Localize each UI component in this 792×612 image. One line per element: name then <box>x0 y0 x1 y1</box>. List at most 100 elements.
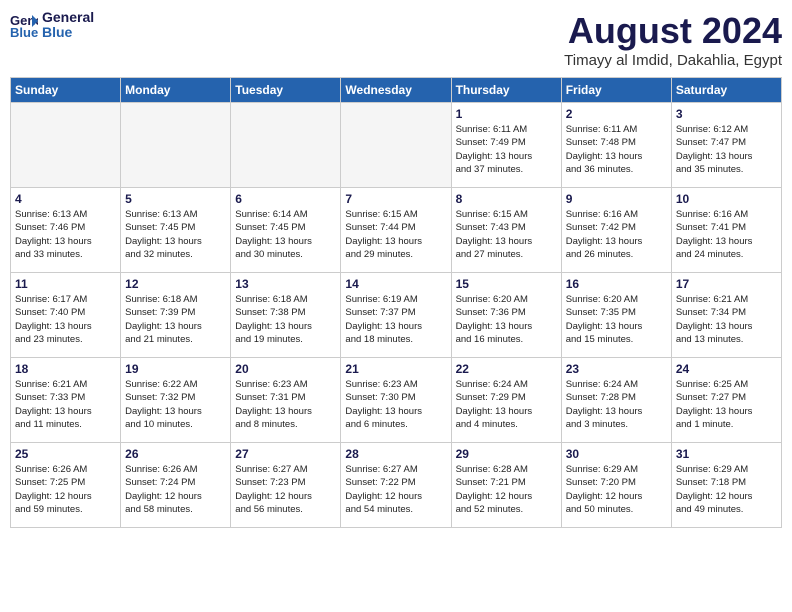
calendar-cell: 30Sunrise: 6:29 AM Sunset: 7:20 PM Dayli… <box>561 443 671 528</box>
calendar-week-row: 1 Sunrise: 6:11 AM Sunset: 7:49 PM Daylig… <box>11 103 782 188</box>
calendar-cell: 26Sunrise: 6:26 AM Sunset: 7:24 PM Dayli… <box>121 443 231 528</box>
day-info: Sunrise: 6:20 AM Sunset: 7:36 PM Dayligh… <box>456 293 557 346</box>
day-info: Sunrise: 6:13 AM Sunset: 7:45 PM Dayligh… <box>125 208 226 261</box>
logo-line2: Blue <box>42 25 94 40</box>
day-info: Sunrise: 6:11 AM Sunset: 7:49 PM Dayligh… <box>456 123 557 176</box>
calendar-cell: 14 Sunrise: 6:19 AM Sunset: 7:37 PM Dayli… <box>341 273 451 358</box>
day-info: Sunrise: 6:18 AM Sunset: 7:39 PM Dayligh… <box>125 293 226 346</box>
day-number: 20 <box>235 362 336 376</box>
weekday-header: Wednesday <box>341 78 451 103</box>
day-info: Sunrise: 6:25 AM Sunset: 7:27 PM Dayligh… <box>676 378 777 431</box>
weekday-header: Sunday <box>11 78 121 103</box>
calendar-cell: 24 Sunrise: 6:25 AM Sunset: 7:27 PM Dayli… <box>671 358 781 443</box>
day-number: 28 <box>345 447 446 461</box>
day-info: Sunrise: 6:21 AM Sunset: 7:34 PM Dayligh… <box>676 293 777 346</box>
calendar-cell: 8 Sunrise: 6:15 AM Sunset: 7:43 PM Daylig… <box>451 188 561 273</box>
day-info: Sunrise: 6:23 AM Sunset: 7:30 PM Dayligh… <box>345 378 446 431</box>
calendar-cell: 19 Sunrise: 6:22 AM Sunset: 7:32 PM Dayli… <box>121 358 231 443</box>
day-info: Sunrise: 6:15 AM Sunset: 7:43 PM Dayligh… <box>456 208 557 261</box>
day-info: Sunrise: 6:22 AM Sunset: 7:32 PM Dayligh… <box>125 378 226 431</box>
day-number: 10 <box>676 192 777 206</box>
calendar-cell: 31 Sunrise: 6:29 AM Sunset: 7:18 PM Dayli… <box>671 443 781 528</box>
calendar-cell: 15 Sunrise: 6:20 AM Sunset: 7:36 PM Dayli… <box>451 273 561 358</box>
day-info: Sunrise: 6:24 AM Sunset: 7:29 PM Dayligh… <box>456 378 557 431</box>
day-info: Sunrise: 6:12 AM Sunset: 7:47 PM Dayligh… <box>676 123 777 176</box>
calendar-week-row: 25 Sunrise: 6:26 AM Sunset: 7:25 PM Dayli… <box>11 443 782 528</box>
day-number: 13 <box>235 277 336 291</box>
day-number: 6 <box>235 192 336 206</box>
calendar-cell: 2Sunrise: 6:11 AM Sunset: 7:48 PM Daylig… <box>561 103 671 188</box>
day-number: 26 <box>125 447 226 461</box>
calendar-week-row: 11Sunrise: 6:17 AM Sunset: 7:40 PM Dayli… <box>11 273 782 358</box>
day-number: 15 <box>456 277 557 291</box>
calendar-cell: 12Sunrise: 6:18 AM Sunset: 7:39 PM Dayli… <box>121 273 231 358</box>
calendar-cell <box>121 103 231 188</box>
month-title: August 2024 <box>564 10 782 52</box>
calendar-cell: 1 Sunrise: 6:11 AM Sunset: 7:49 PM Daylig… <box>451 103 561 188</box>
day-info: Sunrise: 6:14 AM Sunset: 7:45 PM Dayligh… <box>235 208 336 261</box>
day-number: 8 <box>456 192 557 206</box>
day-info: Sunrise: 6:21 AM Sunset: 7:33 PM Dayligh… <box>15 378 116 431</box>
day-info: Sunrise: 6:17 AM Sunset: 7:40 PM Dayligh… <box>15 293 116 346</box>
day-number: 3 <box>676 107 777 121</box>
calendar-cell: 4 Sunrise: 6:13 AM Sunset: 7:46 PM Daylig… <box>11 188 121 273</box>
calendar-cell: 11Sunrise: 6:17 AM Sunset: 7:40 PM Dayli… <box>11 273 121 358</box>
day-number: 1 <box>456 107 557 121</box>
logo-line1: General <box>42 10 94 25</box>
calendar-cell: 25 Sunrise: 6:26 AM Sunset: 7:25 PM Dayli… <box>11 443 121 528</box>
calendar-cell: 3 Sunrise: 6:12 AM Sunset: 7:47 PM Daylig… <box>671 103 781 188</box>
day-number: 9 <box>566 192 667 206</box>
day-number: 14 <box>345 277 446 291</box>
calendar-cell: 18Sunrise: 6:21 AM Sunset: 7:33 PM Dayli… <box>11 358 121 443</box>
day-number: 22 <box>456 362 557 376</box>
day-number: 25 <box>15 447 116 461</box>
weekday-header: Monday <box>121 78 231 103</box>
logo-text: General Blue <box>42 10 94 41</box>
day-number: 21 <box>345 362 446 376</box>
day-info: Sunrise: 6:23 AM Sunset: 7:31 PM Dayligh… <box>235 378 336 431</box>
day-info: Sunrise: 6:27 AM Sunset: 7:22 PM Dayligh… <box>345 463 446 516</box>
day-info: Sunrise: 6:20 AM Sunset: 7:35 PM Dayligh… <box>566 293 667 346</box>
day-info: Sunrise: 6:24 AM Sunset: 7:28 PM Dayligh… <box>566 378 667 431</box>
calendar-cell: 7 Sunrise: 6:15 AM Sunset: 7:44 PM Daylig… <box>341 188 451 273</box>
day-info: Sunrise: 6:19 AM Sunset: 7:37 PM Dayligh… <box>345 293 446 346</box>
day-info: Sunrise: 6:15 AM Sunset: 7:44 PM Dayligh… <box>345 208 446 261</box>
calendar-cell: 9Sunrise: 6:16 AM Sunset: 7:42 PM Daylig… <box>561 188 671 273</box>
calendar: SundayMondayTuesdayWednesdayThursdayFrid… <box>10 77 782 528</box>
day-number: 4 <box>15 192 116 206</box>
day-number: 23 <box>566 362 667 376</box>
day-info: Sunrise: 6:16 AM Sunset: 7:41 PM Dayligh… <box>676 208 777 261</box>
page-header: General Blue General Blue August 2024 Ti… <box>10 10 782 69</box>
calendar-cell: 27 Sunrise: 6:27 AM Sunset: 7:23 PM Dayli… <box>231 443 341 528</box>
day-number: 19 <box>125 362 226 376</box>
day-info: Sunrise: 6:11 AM Sunset: 7:48 PM Dayligh… <box>566 123 667 176</box>
calendar-cell: 6 Sunrise: 6:14 AM Sunset: 7:45 PM Daylig… <box>231 188 341 273</box>
day-number: 27 <box>235 447 336 461</box>
day-number: 24 <box>676 362 777 376</box>
day-info: Sunrise: 6:29 AM Sunset: 7:18 PM Dayligh… <box>676 463 777 516</box>
logo-icon: General Blue <box>10 11 38 39</box>
day-info: Sunrise: 6:18 AM Sunset: 7:38 PM Dayligh… <box>235 293 336 346</box>
calendar-cell: 29Sunrise: 6:28 AM Sunset: 7:21 PM Dayli… <box>451 443 561 528</box>
day-info: Sunrise: 6:13 AM Sunset: 7:46 PM Dayligh… <box>15 208 116 261</box>
logo: General Blue General Blue <box>10 10 94 41</box>
calendar-cell: 17 Sunrise: 6:21 AM Sunset: 7:34 PM Dayli… <box>671 273 781 358</box>
day-number: 16 <box>566 277 667 291</box>
calendar-cell <box>341 103 451 188</box>
calendar-cell: 21 Sunrise: 6:23 AM Sunset: 7:30 PM Dayli… <box>341 358 451 443</box>
calendar-week-row: 18Sunrise: 6:21 AM Sunset: 7:33 PM Dayli… <box>11 358 782 443</box>
calendar-week-row: 4 Sunrise: 6:13 AM Sunset: 7:46 PM Daylig… <box>11 188 782 273</box>
calendar-cell <box>11 103 121 188</box>
weekday-header: Friday <box>561 78 671 103</box>
calendar-header-row: SundayMondayTuesdayWednesdayThursdayFrid… <box>11 78 782 103</box>
calendar-cell: 20 Sunrise: 6:23 AM Sunset: 7:31 PM Dayli… <box>231 358 341 443</box>
day-number: 17 <box>676 277 777 291</box>
day-number: 5 <box>125 192 226 206</box>
day-number: 29 <box>456 447 557 461</box>
day-number: 31 <box>676 447 777 461</box>
day-number: 7 <box>345 192 446 206</box>
calendar-cell: 16 Sunrise: 6:20 AM Sunset: 7:35 PM Dayli… <box>561 273 671 358</box>
weekday-header: Saturday <box>671 78 781 103</box>
day-info: Sunrise: 6:26 AM Sunset: 7:25 PM Dayligh… <box>15 463 116 516</box>
day-info: Sunrise: 6:27 AM Sunset: 7:23 PM Dayligh… <box>235 463 336 516</box>
